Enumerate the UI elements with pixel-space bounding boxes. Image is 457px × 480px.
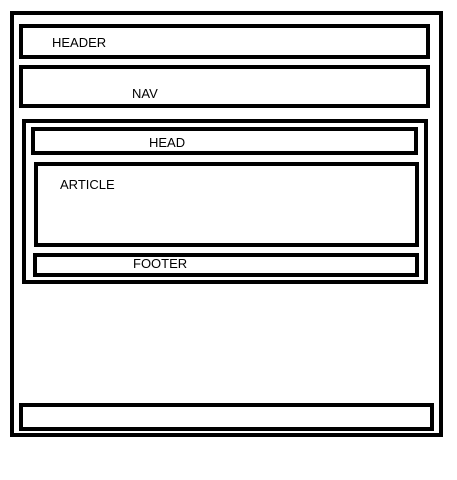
article-box (34, 162, 419, 247)
page-footer-box (19, 403, 434, 431)
head-label: HEAD (149, 135, 186, 150)
article-label: ARTICLE (60, 177, 115, 192)
section-footer-box (33, 253, 419, 277)
footer-label: FOOTER (133, 256, 188, 271)
header-label: HEADER (52, 35, 107, 50)
nav-label: NAV (132, 86, 158, 101)
nav-box (19, 65, 430, 108)
head-box (31, 127, 418, 155)
